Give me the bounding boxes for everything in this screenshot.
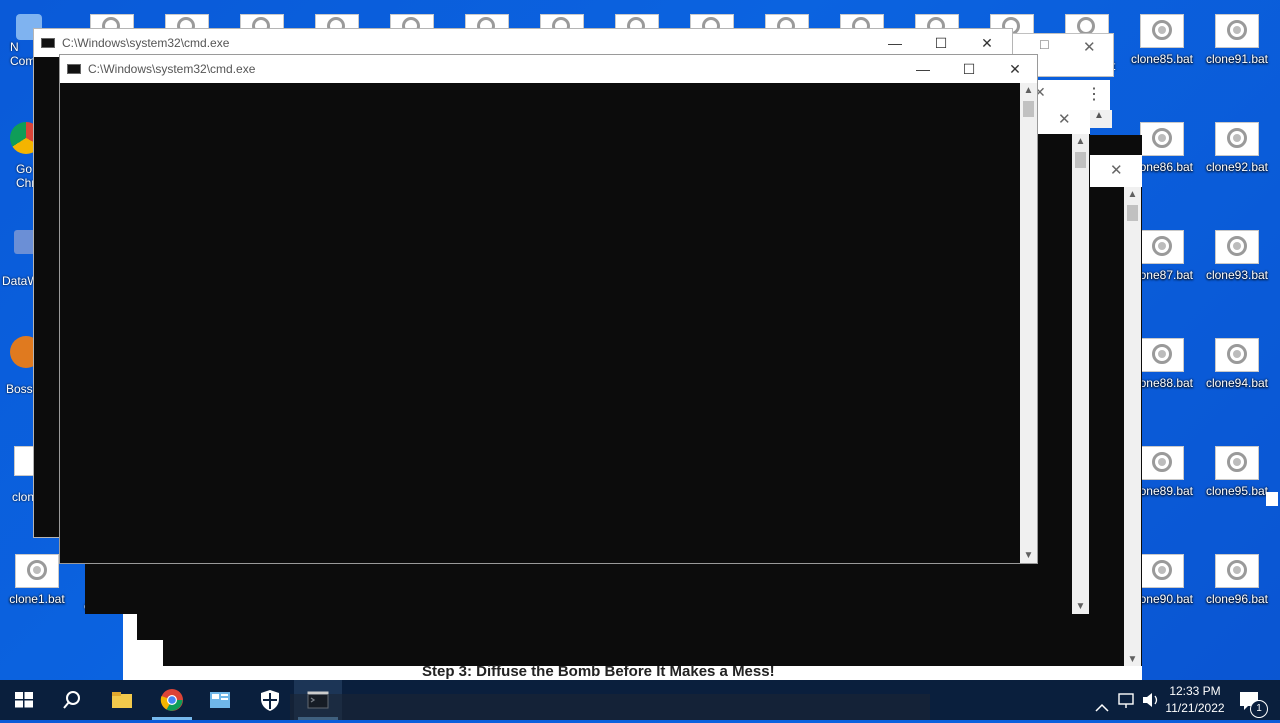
taskbar: 12:33 PM 11/21/2022 1 [0,680,1280,720]
desktop-icon-partial[interactable] [1266,492,1278,506]
cmd-window-third-scrollbar[interactable]: ▲ ▼ [1124,187,1141,667]
browser-page-partial [137,640,163,680]
cmd-app-icon [67,64,81,74]
desktop-icon-clone91[interactable]: clone91.bat [1200,14,1274,66]
control-panel-icon [210,692,230,708]
desktop-icon-clone92[interactable]: clone92.bat [1200,122,1274,174]
scroll-up-arrow-icon[interactable]: ▲ [1020,85,1037,96]
start-button[interactable] [0,680,48,720]
desktop-icon-label: clone93.bat [1205,268,1269,282]
batch-file-icon [1215,446,1259,480]
batch-file-icon [1215,230,1259,264]
window-title: C:\Windows\system32\cmd.exe [62,36,230,50]
minimize-button[interactable]: — [900,55,946,83]
scroll-thumb[interactable] [1127,205,1138,221]
taskbar-clock[interactable]: 12:33 PM 11/21/2022 [1158,683,1232,717]
batch-file-icon [1215,554,1259,588]
cmd-window-back-titlebar[interactable]: C:\Windows\system32\cmd.exe — ☐ ✕ [34,29,1012,57]
maximize-button[interactable]: ☐ [918,29,964,57]
chrome-icon [160,689,183,711]
window-title: C:\Windows\system32\cmd.exe [88,62,256,76]
taskbar-preview-partial [290,694,930,720]
search-button[interactable] [48,680,96,720]
batch-file-icon [1215,122,1259,156]
desktop-icon-clone95[interactable]: clone95.bat [1200,446,1274,498]
desktop-icon-label: clone85.bat [1130,52,1194,66]
network-button[interactable] [1116,680,1138,720]
batch-file-icon [1215,14,1259,48]
browser-page-partial [123,614,137,680]
folder-icon [112,692,132,708]
maximize-button[interactable]: ☐ [946,55,992,83]
cmd-window-second-scrollbar[interactable]: ▲ ▼ [1072,134,1089,614]
scroll-down-arrow-icon[interactable]: ▼ [1020,550,1037,561]
cmd-window-front[interactable]: C:\Windows\system32\cmd.exe — ☐ ✕ ▲ ▼ [59,54,1038,564]
desktop-icon-label: clone95.bat [1205,484,1269,498]
batch-file-icon [1140,230,1184,264]
clock-time: 12:33 PM [1169,684,1221,698]
taskbar-app[interactable] [196,680,244,720]
batch-file-icon [15,554,59,588]
batch-file-icon [1140,446,1184,480]
console-scrollbar[interactable]: ▲ ▼ [1020,83,1037,563]
notification-count-badge: 1 [1250,700,1268,718]
close-button[interactable]: ✕ [964,29,1010,57]
batch-file-icon [1140,122,1184,156]
close-icon[interactable]: ✕ [1083,38,1096,56]
clock-date: 11/21/2022 [1165,701,1225,715]
close-icon[interactable]: ✕ [1058,110,1071,128]
chevron-up-icon [1095,703,1109,712]
scroll-up-arrow-icon[interactable]: ▲ [1124,189,1141,200]
more-menu-icon[interactable]: ⋮ [1086,84,1102,104]
scroll-thumb[interactable] [1075,152,1086,168]
scroll-up-arrow-icon[interactable]: ▲ [1072,136,1089,147]
shield-icon [261,690,279,711]
windows-logo-icon [15,692,33,708]
network-icon [1118,693,1134,708]
cmd-app-icon [41,38,55,48]
desktop-icon-clone94[interactable]: clone94.bat [1200,338,1274,390]
close-button[interactable]: ✕ [992,55,1038,83]
show-hidden-icons-button[interactable] [1090,680,1114,720]
batch-file-icon [1215,338,1259,372]
minimize-button[interactable]: — [872,29,918,57]
taskbar-security[interactable] [246,680,294,720]
scroll-thumb[interactable] [1023,101,1034,117]
cmd-window-front-titlebar[interactable]: C:\Windows\system32\cmd.exe — ☐ ✕ [60,55,1037,83]
article-heading: Step 3: Diffuse the Bomb Before It Makes… [422,663,775,680]
desktop-icon-clone96[interactable]: clone96.bat [1200,554,1274,606]
desktop-icon-label: clone96.bat [1205,592,1269,606]
scroll-down-arrow-icon[interactable]: ▼ [1124,654,1141,665]
cmd-window-third-titlebar: ✕ [1088,155,1142,187]
desktop-icon-label: clone94.bat [1205,376,1269,390]
batch-file-icon [1140,14,1184,48]
scroll-down-arrow-icon[interactable]: ▼ [1072,601,1089,612]
close-icon[interactable]: ✕ [1110,161,1123,179]
search-icon [63,691,80,709]
maximize-icon[interactable]: ☐ [1039,38,1050,52]
taskbar-file-explorer[interactable] [98,680,146,720]
browser-toolbar-partial: ✕ ⋮ [1030,80,1110,110]
taskbar-chrome[interactable] [148,680,196,720]
desktop-icon-label: clone91.bat [1205,52,1269,66]
desktop-icon-label: clone92.bat [1205,160,1269,174]
desktop-icon-clone85[interactable]: clone85.bat [1125,14,1199,66]
batch-file-icon [1140,554,1184,588]
batch-file-icon [1140,338,1184,372]
cmd-window-second-titlebar: ✕ [1036,108,1090,134]
desktop-icon-clone93[interactable]: clone93.bat [1200,230,1274,282]
console-output[interactable] [60,83,1020,563]
action-center-button[interactable]: 1 [1236,680,1268,720]
desktop-icon-label: clone1.bat [9,592,65,606]
